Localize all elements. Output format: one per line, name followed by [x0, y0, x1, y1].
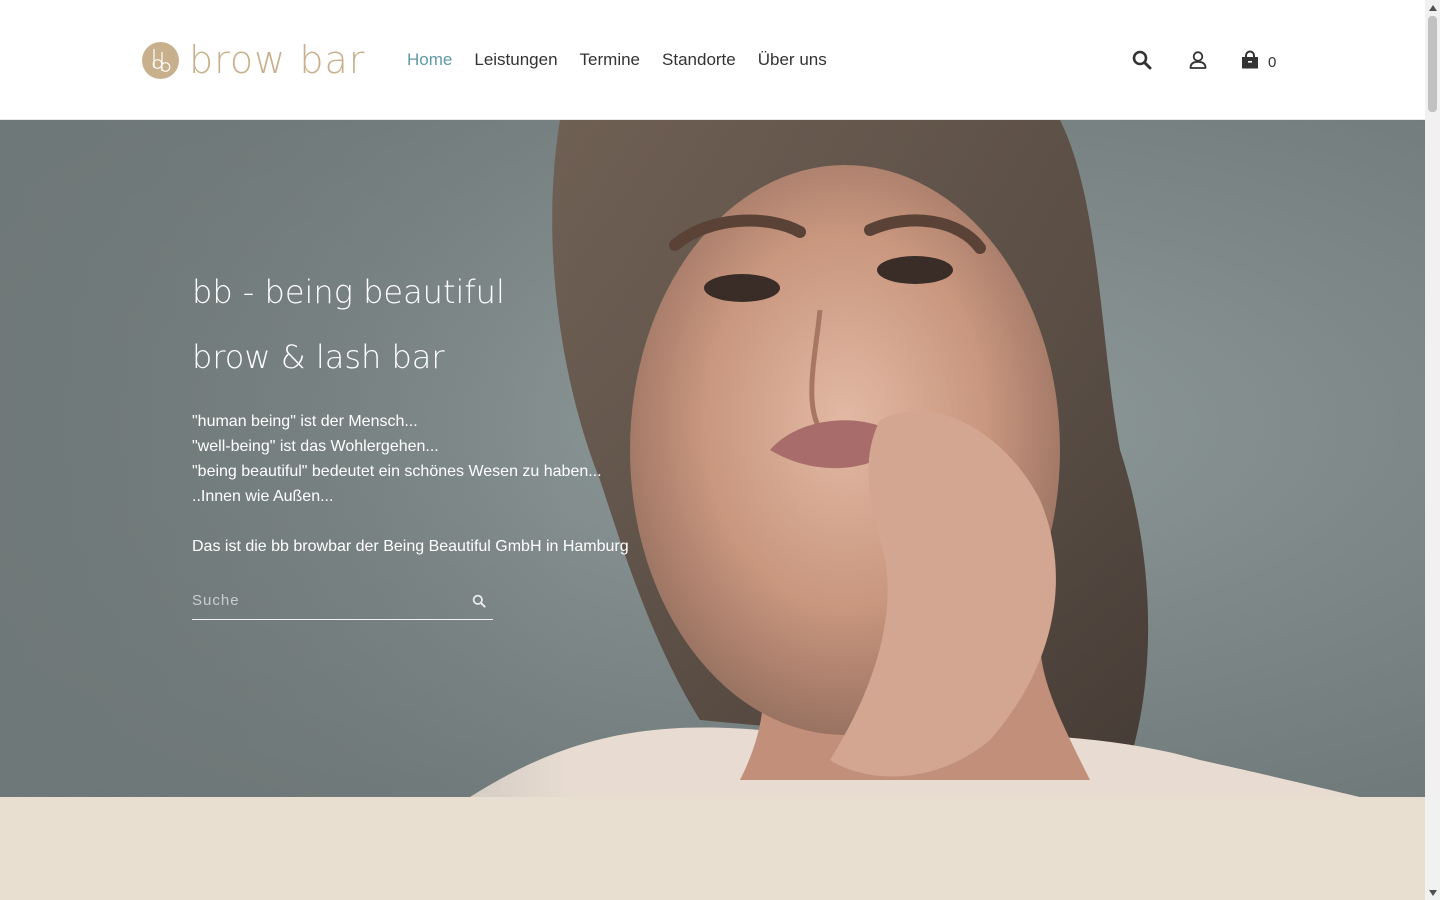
user-icon [1189, 51, 1207, 69]
page-scrollbar[interactable] [1425, 0, 1440, 900]
hero-description: "human being" ist der Mensch... "well-be… [192, 409, 712, 509]
search-icon [1132, 50, 1152, 70]
shopping-bag-icon [1242, 50, 1258, 69]
account-button[interactable] [1184, 46, 1212, 74]
cart-button[interactable] [1236, 46, 1264, 74]
logo-monogram-icon [142, 41, 179, 79]
hero-line: ..Innen wie Außen... [192, 488, 334, 505]
hero-subtitle: brow & lash bar [192, 338, 445, 376]
header-actions: 0 [1128, 44, 1276, 76]
scroll-thumb[interactable] [1428, 16, 1437, 112]
hero-search-button[interactable] [465, 587, 493, 615]
scroll-up-arrow-icon[interactable] [1425, 0, 1440, 15]
hero-line: "well-being" ist das Wohlergehen... [192, 438, 439, 455]
search-icon [472, 594, 486, 608]
nav-termine[interactable]: Termine [580, 48, 640, 72]
site-header: brow bar Home Leistungen Termine Standor… [0, 0, 1425, 120]
hero-search-form [192, 582, 493, 620]
hero-search-input[interactable] [192, 592, 465, 609]
nav-standorte[interactable]: Standorte [662, 48, 736, 72]
hero-section: bb - being beautiful brow & lash bar "hu… [0, 120, 1425, 797]
hero-content: bb - being beautiful brow & lash bar "hu… [192, 270, 712, 559]
hero-line: "human being" ist der Mensch... [192, 413, 418, 430]
nav-leistungen[interactable]: Leistungen [474, 48, 557, 72]
nav-home[interactable]: Home [407, 48, 452, 72]
main-nav: Home Leistungen Termine Standorte Über u… [407, 48, 849, 72]
header-search-button[interactable] [1128, 46, 1156, 74]
logo-wordmark: brow bar [189, 38, 366, 82]
scroll-down-arrow-icon[interactable] [1425, 885, 1440, 900]
nav-ueber-uns[interactable]: Über uns [758, 48, 827, 72]
cart-count: 0 [1268, 54, 1277, 71]
hero-title: bb - being beautiful [192, 273, 505, 311]
content-section-beige [0, 797, 1425, 900]
hero-tagline: Das ist die bb browbar der Being Beautif… [192, 538, 629, 555]
hero-line: "being beautiful" bedeutet ein schönes W… [192, 463, 602, 480]
brand-logo[interactable]: brow bar [142, 40, 365, 80]
